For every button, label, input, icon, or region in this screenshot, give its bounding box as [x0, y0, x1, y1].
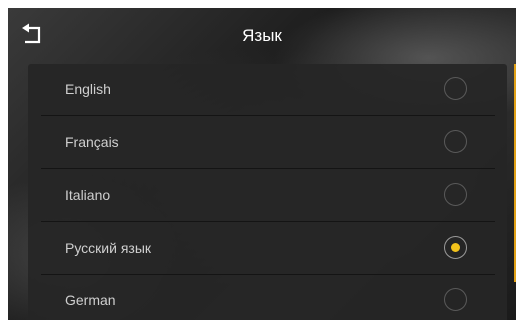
- page-title: Язык: [242, 26, 282, 45]
- language-screen: Язык English Français Italiano Русский я…: [8, 8, 516, 320]
- radio-button-selected[interactable]: [444, 236, 467, 259]
- language-option-francais[interactable]: Français: [41, 117, 495, 169]
- language-option-german[interactable]: German: [41, 275, 495, 320]
- selected-dot-icon: [450, 242, 460, 252]
- divider: [41, 115, 495, 116]
- language-list: English Français Italiano Русский язык G…: [28, 64, 507, 320]
- language-label: Русский язык: [65, 240, 152, 256]
- radio-button[interactable]: [444, 183, 467, 206]
- language-option-russian[interactable]: Русский язык: [41, 223, 495, 275]
- language-label: Français: [65, 134, 119, 150]
- language-label: Italiano: [65, 187, 111, 203]
- header: Язык: [8, 8, 516, 62]
- language-option-italiano[interactable]: Italiano: [41, 170, 495, 222]
- divider: [41, 168, 495, 169]
- language-label: English: [65, 81, 111, 97]
- language-label: German: [65, 292, 116, 308]
- radio-button[interactable]: [444, 130, 467, 153]
- scroll-indicator[interactable]: [514, 64, 516, 282]
- radio-button[interactable]: [444, 288, 467, 311]
- divider: [41, 221, 495, 222]
- radio-button[interactable]: [444, 77, 467, 100]
- language-option-english[interactable]: English: [41, 64, 495, 116]
